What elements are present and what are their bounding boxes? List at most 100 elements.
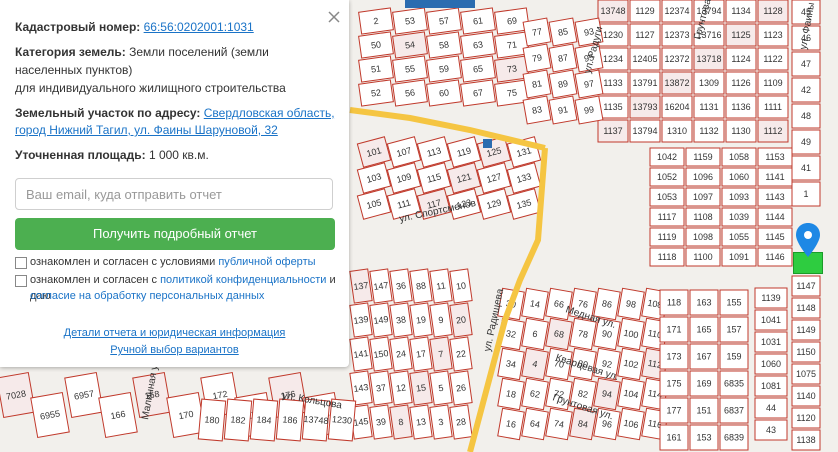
cadastral-plot[interactable]: 18 xyxy=(497,377,525,411)
cadastral-plot[interactable]: 39 xyxy=(369,404,393,440)
cadastral-plot[interactable]: 106 xyxy=(617,407,645,441)
cadastral-plot[interactable]: 12372 xyxy=(661,47,693,71)
close-icon[interactable] xyxy=(327,10,341,24)
cadastral-plot[interactable]: 3 xyxy=(429,404,453,440)
cadastral-plot[interactable]: 118 xyxy=(659,289,689,316)
email-input[interactable] xyxy=(15,178,333,210)
cadastral-plot[interactable]: 1150 xyxy=(791,341,821,363)
bus-stop-icon[interactable] xyxy=(483,139,492,148)
cadastral-plot[interactable]: 102 xyxy=(617,347,645,381)
cadastral-plot[interactable]: 1060 xyxy=(721,167,757,187)
cadastral-plot[interactable]: 1109 xyxy=(757,71,789,95)
cadastral-plot[interactable]: 1309 xyxy=(693,71,725,95)
cadastral-plot[interactable]: 53 xyxy=(392,7,428,35)
cadastral-plot[interactable]: 157 xyxy=(719,316,749,343)
cadastral-number-link[interactable]: 66:56:0202001:1031 xyxy=(144,20,254,34)
cadastral-plot[interactable]: 137 xyxy=(349,268,373,304)
address-link-2[interactable]: город Нижний Тагил, ул. Фаины Шаруновой,… xyxy=(15,122,278,138)
cadastral-plot[interactable]: 1081 xyxy=(754,375,788,397)
cadastral-plot[interactable]: 8 xyxy=(389,404,413,440)
cadastral-plot[interactable]: 28 xyxy=(449,404,473,440)
cadastral-plot[interactable]: 161 xyxy=(659,424,689,451)
cadastral-plot[interactable]: 1146 xyxy=(757,247,793,267)
cadastral-plot[interactable]: 11 xyxy=(429,268,453,304)
cadastral-plot[interactable]: 1128 xyxy=(757,0,789,23)
cadastral-plot[interactable]: 159 xyxy=(719,343,749,370)
cadastral-plot[interactable]: 173 xyxy=(659,343,689,370)
cadastral-plot[interactable]: 13793 xyxy=(629,95,661,119)
cadastral-plot[interactable]: 1098 xyxy=(685,227,721,247)
cadastral-plot[interactable]: 99 xyxy=(574,95,604,125)
cadastral-plot[interactable]: 1052 xyxy=(649,167,685,187)
cadastral-plot[interactable]: 52 xyxy=(358,79,394,107)
cadastral-plot[interactable]: 60 xyxy=(426,79,462,107)
cadastral-plot[interactable]: 150 xyxy=(369,336,393,372)
cadastral-plot[interactable]: 17 xyxy=(409,336,433,372)
cadastral-plot[interactable]: 89 xyxy=(548,69,578,99)
cadastral-plot[interactable]: 61 xyxy=(460,7,496,35)
cadastral-plot[interactable]: 13748 xyxy=(597,0,629,23)
cadastral-plot[interactable]: 6957 xyxy=(64,371,104,419)
cadastral-plot[interactable]: 56 xyxy=(392,79,428,107)
cadastral-plot[interactable]: 55 xyxy=(392,55,428,83)
cadastral-plot[interactable]: 1055 xyxy=(721,227,757,247)
cadastral-plot[interactable]: 36 xyxy=(389,268,413,304)
cadastral-plot[interactable]: 1120 xyxy=(791,407,821,429)
cadastral-plot[interactable]: 13791 xyxy=(629,71,661,95)
cadastral-plot[interactable]: 1310 xyxy=(661,119,693,143)
cadastral-plot[interactable]: 16204 xyxy=(661,95,693,119)
cadastral-plot[interactable]: 182 xyxy=(223,398,253,442)
cadastral-plot[interactable]: 1124 xyxy=(725,47,757,71)
privacy-checkbox[interactable] xyxy=(15,275,27,287)
cadastral-plot[interactable]: 1 xyxy=(791,181,821,207)
cadastral-plot[interactable]: 1031 xyxy=(754,331,788,353)
cadastral-plot[interactable]: 2 xyxy=(358,7,394,35)
cadastral-plot[interactable]: 100 xyxy=(617,317,645,351)
cadastral-plot[interactable]: 1075 xyxy=(791,363,821,385)
location-pin-icon[interactable] xyxy=(796,223,820,257)
cadastral-plot[interactable]: 1119 xyxy=(649,227,685,247)
cadastral-plot[interactable]: 1147 xyxy=(791,275,821,297)
cadastral-plot[interactable]: 1117 xyxy=(649,207,685,227)
cadastral-plot[interactable]: 74 xyxy=(545,407,573,441)
cadastral-plot[interactable]: 54 xyxy=(392,31,428,59)
cadastral-plot[interactable]: 57 xyxy=(426,7,462,35)
cadastral-plot[interactable]: 22 xyxy=(449,336,473,372)
cadastral-plot[interactable]: 1143 xyxy=(757,187,793,207)
cadastral-plot[interactable]: 12374 xyxy=(661,0,693,23)
cadastral-plot[interactable]: 1127 xyxy=(629,23,661,47)
cadastral-plot[interactable]: 1134 xyxy=(725,0,757,23)
cadastral-plot[interactable]: 19 xyxy=(409,302,433,338)
cadastral-plot[interactable]: 153 xyxy=(689,424,719,451)
cadastral-plot[interactable]: 1126 xyxy=(725,71,757,95)
cadastral-plot[interactable]: 1093 xyxy=(721,187,757,207)
cadastral-plot[interactable]: 1118 xyxy=(649,247,685,267)
cadastral-plot[interactable]: 13 xyxy=(409,404,433,440)
cadastral-plot[interactable]: 9 xyxy=(429,302,453,338)
cadastral-plot[interactable]: 62 xyxy=(521,377,549,411)
cadastral-plot[interactable]: 67 xyxy=(460,79,496,107)
cadastral-plot[interactable]: 1130 xyxy=(725,119,757,143)
cadastral-plot[interactable]: 41 xyxy=(791,155,821,181)
cadastral-plot[interactable]: 175 xyxy=(659,370,689,397)
details-link[interactable]: Детали отчета и юридическая информация xyxy=(64,327,286,339)
cadastral-plot[interactable]: 104 xyxy=(617,377,645,411)
privacy-link[interactable]: политикой конфиденциальности xyxy=(160,274,326,286)
cadastral-plot[interactable]: 16 xyxy=(497,407,525,441)
cadastral-plot[interactable]: 7028 xyxy=(0,371,36,419)
cadastral-plot[interactable]: 42 xyxy=(791,77,821,103)
cadastral-plot[interactable]: 65 xyxy=(460,55,496,83)
cadastral-plot[interactable]: 180 xyxy=(197,398,227,442)
cadastral-plot[interactable]: 13718 xyxy=(693,47,725,71)
cadastral-plot[interactable]: 155 xyxy=(719,289,749,316)
cadastral-plot[interactable]: 169 xyxy=(689,370,719,397)
consent-link[interactable]: согласие на обработку персональных данны… xyxy=(30,290,264,302)
offer-link[interactable]: публичной оферты xyxy=(218,256,315,268)
cadastral-plot[interactable]: 12373 xyxy=(661,23,693,47)
cadastral-plot[interactable]: 1139 xyxy=(754,287,788,309)
cadastral-plot[interactable]: 171 xyxy=(659,316,689,343)
cadastral-plot[interactable]: 79 xyxy=(522,43,552,73)
cadastral-plot[interactable]: 13872 xyxy=(661,71,693,95)
cadastral-plot[interactable]: 6837 xyxy=(719,397,749,424)
cadastral-plot[interactable]: 50 xyxy=(358,31,394,59)
